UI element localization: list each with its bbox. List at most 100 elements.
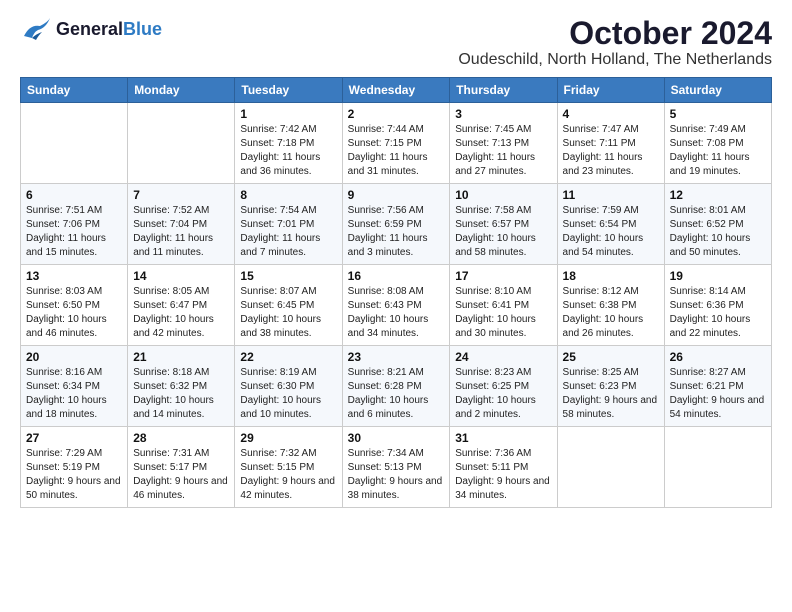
day-number: 31 <box>455 431 551 445</box>
day-detail: Sunrise: 7:52 AM Sunset: 7:04 PM Dayligh… <box>133 204 229 260</box>
day-detail: Sunrise: 7:36 AM Sunset: 5:11 PM Dayligh… <box>455 447 551 503</box>
day-number: 16 <box>348 269 445 283</box>
table-row: 26 Sunrise: 8:27 AM Sunset: 6:21 PM Dayli… <box>664 346 771 427</box>
day-number: 28 <box>133 431 229 445</box>
day-number: 22 <box>240 350 336 364</box>
day-number: 30 <box>348 431 445 445</box>
day-number: 1 <box>240 107 336 121</box>
day-detail: Sunrise: 8:21 AM Sunset: 6:28 PM Dayligh… <box>348 366 445 422</box>
day-detail: Sunrise: 7:59 AM Sunset: 6:54 PM Dayligh… <box>563 204 659 260</box>
logo-general: General <box>56 19 123 39</box>
day-number: 21 <box>133 350 229 364</box>
table-row: 11Sunrise: 7:59 AM Sunset: 6:54 PM Dayli… <box>557 184 664 265</box>
day-number: 23 <box>348 350 445 364</box>
table-row <box>664 427 771 508</box>
day-detail: Sunrise: 8:12 AM Sunset: 6:38 PM Dayligh… <box>563 285 659 341</box>
day-detail: Sunrise: 7:56 AM Sunset: 6:59 PM Dayligh… <box>348 204 445 260</box>
table-row: 8 Sunrise: 7:54 AM Sunset: 7:01 PM Daylig… <box>235 184 342 265</box>
day-detail: Sunrise: 7:45 AM Sunset: 7:13 PM Dayligh… <box>455 123 551 179</box>
day-detail: Sunrise: 7:34 AM Sunset: 5:13 PM Dayligh… <box>348 447 445 503</box>
table-row <box>21 103 128 184</box>
table-row: 6Sunrise: 7:51 AM Sunset: 7:06 PM Daylig… <box>21 184 128 265</box>
day-number: 8 <box>240 188 336 202</box>
day-number: 29 <box>240 431 336 445</box>
table-row: 17 Sunrise: 8:10 AM Sunset: 6:41 PM Dayli… <box>450 265 557 346</box>
day-number: 9 <box>348 188 445 202</box>
table-row: 20 Sunrise: 8:16 AM Sunset: 6:34 PM Dayli… <box>21 346 128 427</box>
table-row: 12 Sunrise: 8:01 AM Sunset: 6:52 PM Dayli… <box>664 184 771 265</box>
logo-bird-icon <box>20 16 52 44</box>
day-number: 26 <box>670 350 766 364</box>
day-detail: Sunrise: 7:29 AM Sunset: 5:19 PM Dayligh… <box>26 447 122 503</box>
col-friday: Friday <box>557 78 664 103</box>
table-row: 14 Sunrise: 8:05 AM Sunset: 6:47 PM Dayli… <box>128 265 235 346</box>
day-detail: Sunrise: 8:07 AM Sunset: 6:45 PM Dayligh… <box>240 285 336 341</box>
day-number: 18 <box>563 269 659 283</box>
day-detail: Sunrise: 8:19 AM Sunset: 6:30 PM Dayligh… <box>240 366 336 422</box>
day-detail: Sunrise: 8:27 AM Sunset: 6:21 PM Dayligh… <box>670 366 766 422</box>
day-number: 5 <box>670 107 766 121</box>
page: GeneralBlue October 2024 Oudeschild, Nor… <box>0 0 792 518</box>
table-row: 4Sunrise: 7:47 AM Sunset: 7:11 PM Daylig… <box>557 103 664 184</box>
calendar-table: Sunday Monday Tuesday Wednesday Thursday… <box>20 77 772 508</box>
day-number: 24 <box>455 350 551 364</box>
col-monday: Monday <box>128 78 235 103</box>
table-row: 1 Sunrise: 7:42 AM Sunset: 7:18 PM Daylig… <box>235 103 342 184</box>
day-detail: Sunrise: 7:44 AM Sunset: 7:15 PM Dayligh… <box>348 123 445 179</box>
day-detail: Sunrise: 7:32 AM Sunset: 5:15 PM Dayligh… <box>240 447 336 503</box>
day-detail: Sunrise: 8:16 AM Sunset: 6:34 PM Dayligh… <box>26 366 122 422</box>
table-row: 18 Sunrise: 8:12 AM Sunset: 6:38 PM Dayli… <box>557 265 664 346</box>
day-detail: Sunrise: 8:25 AM Sunset: 6:23 PM Dayligh… <box>563 366 659 422</box>
day-number: 14 <box>133 269 229 283</box>
day-detail: Sunrise: 7:42 AM Sunset: 7:18 PM Dayligh… <box>240 123 336 179</box>
table-row: 7 Sunrise: 7:52 AM Sunset: 7:04 PM Daylig… <box>128 184 235 265</box>
day-detail: Sunrise: 8:05 AM Sunset: 6:47 PM Dayligh… <box>133 285 229 341</box>
table-row: 24 Sunrise: 8:23 AM Sunset: 6:25 PM Dayli… <box>450 346 557 427</box>
title-block: October 2024 Oudeschild, North Holland, … <box>458 16 772 69</box>
table-row: 30 Sunrise: 7:34 AM Sunset: 5:13 PM Dayli… <box>342 427 450 508</box>
table-row: 10Sunrise: 7:58 AM Sunset: 6:57 PM Dayli… <box>450 184 557 265</box>
day-number: 20 <box>26 350 122 364</box>
table-row: 28 Sunrise: 7:31 AM Sunset: 5:17 PM Dayli… <box>128 427 235 508</box>
table-row: 22 Sunrise: 8:19 AM Sunset: 6:30 PM Dayli… <box>235 346 342 427</box>
calendar-header: Sunday Monday Tuesday Wednesday Thursday… <box>21 78 772 103</box>
col-wednesday: Wednesday <box>342 78 450 103</box>
table-row: 13Sunrise: 8:03 AM Sunset: 6:50 PM Dayli… <box>21 265 128 346</box>
table-row <box>557 427 664 508</box>
day-number: 25 <box>563 350 659 364</box>
table-row: 27Sunrise: 7:29 AM Sunset: 5:19 PM Dayli… <box>21 427 128 508</box>
col-saturday: Saturday <box>664 78 771 103</box>
table-row: 9 Sunrise: 7:56 AM Sunset: 6:59 PM Daylig… <box>342 184 450 265</box>
col-sunday: Sunday <box>21 78 128 103</box>
day-number: 15 <box>240 269 336 283</box>
day-detail: Sunrise: 8:01 AM Sunset: 6:52 PM Dayligh… <box>670 204 766 260</box>
table-row: 15 Sunrise: 8:07 AM Sunset: 6:45 PM Dayli… <box>235 265 342 346</box>
day-number: 13 <box>26 269 122 283</box>
day-number: 7 <box>133 188 229 202</box>
day-detail: Sunrise: 7:31 AM Sunset: 5:17 PM Dayligh… <box>133 447 229 503</box>
table-row: 25 Sunrise: 8:25 AM Sunset: 6:23 PM Dayli… <box>557 346 664 427</box>
table-row <box>128 103 235 184</box>
day-detail: Sunrise: 7:54 AM Sunset: 7:01 PM Dayligh… <box>240 204 336 260</box>
table-row: 16 Sunrise: 8:08 AM Sunset: 6:43 PM Dayli… <box>342 265 450 346</box>
header: GeneralBlue October 2024 Oudeschild, Nor… <box>20 16 772 69</box>
calendar-title: October 2024 <box>458 16 772 51</box>
table-row: 21Sunrise: 8:18 AM Sunset: 6:32 PM Dayli… <box>128 346 235 427</box>
day-number: 19 <box>670 269 766 283</box>
day-number: 12 <box>670 188 766 202</box>
day-number: 17 <box>455 269 551 283</box>
day-detail: Sunrise: 8:10 AM Sunset: 6:41 PM Dayligh… <box>455 285 551 341</box>
day-number: 10 <box>455 188 551 202</box>
calendar-subtitle: Oudeschild, North Holland, The Netherlan… <box>458 51 772 69</box>
table-row: 19Sunrise: 8:14 AM Sunset: 6:36 PM Dayli… <box>664 265 771 346</box>
day-detail: Sunrise: 8:23 AM Sunset: 6:25 PM Dayligh… <box>455 366 551 422</box>
day-number: 6 <box>26 188 122 202</box>
table-row: 5 Sunrise: 7:49 AM Sunset: 7:08 PM Daylig… <box>664 103 771 184</box>
col-tuesday: Tuesday <box>235 78 342 103</box>
day-detail: Sunrise: 8:08 AM Sunset: 6:43 PM Dayligh… <box>348 285 445 341</box>
day-detail: Sunrise: 7:49 AM Sunset: 7:08 PM Dayligh… <box>670 123 766 179</box>
calendar-body: 1 Sunrise: 7:42 AM Sunset: 7:18 PM Daylig… <box>21 103 772 508</box>
table-row: 23 Sunrise: 8:21 AM Sunset: 6:28 PM Dayli… <box>342 346 450 427</box>
table-row: 2 Sunrise: 7:44 AM Sunset: 7:15 PM Daylig… <box>342 103 450 184</box>
day-number: 2 <box>348 107 445 121</box>
